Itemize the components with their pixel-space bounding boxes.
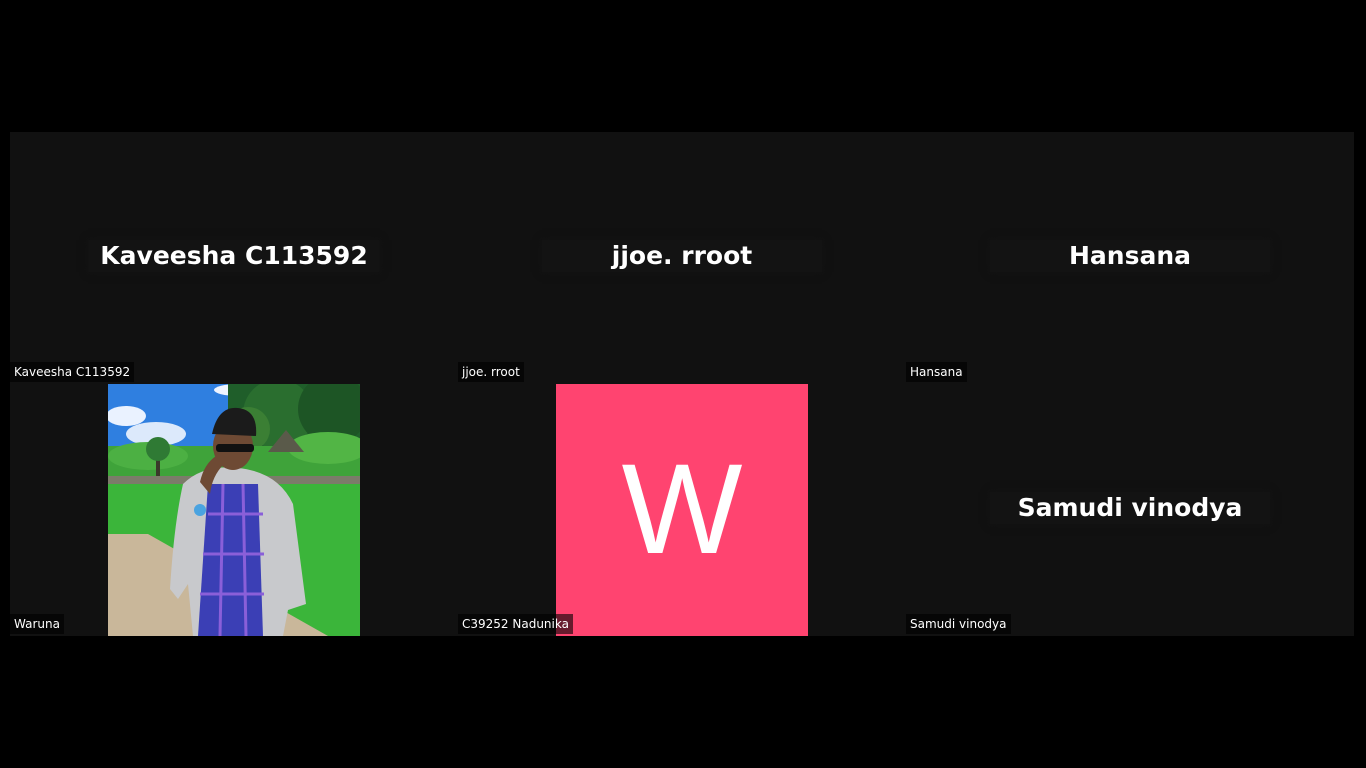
participant-display-name: jjoe. rroot [542, 240, 822, 272]
video-gallery: Kaveesha C113592 Kaveesha C113592 jjoe. … [10, 132, 1354, 636]
participant-tile[interactable]: Hansana Hansana [906, 132, 1354, 384]
participant-tile[interactable]: Kaveesha C113592 Kaveesha C113592 [10, 132, 458, 384]
avatar: W [556, 384, 808, 636]
avatar-letter: W [621, 438, 743, 581]
participant-tile[interactable]: Samudi vinodya Samudi vinodya [906, 384, 1354, 636]
participant-name-tag: Kaveesha C113592 [10, 362, 135, 382]
participant-name-tag: Hansana [906, 362, 967, 382]
participant-name-tag: C39252 Nadunika [458, 614, 573, 634]
participant-name-tag: Samudi vinodya [906, 614, 1011, 634]
profile-photo [108, 384, 360, 636]
participant-name-tag: Waruna [10, 614, 64, 634]
participant-tile[interactable]: W C39252 Nadunika [458, 384, 906, 636]
participant-display-name: Kaveesha C113592 [88, 240, 380, 272]
participant-tile[interactable]: jjoe. rroot jjoe. rroot [458, 132, 906, 384]
participant-display-name: Hansana [990, 240, 1270, 272]
participant-tile[interactable]: Waruna [10, 384, 458, 636]
participant-name-tag: jjoe. rroot [458, 362, 524, 382]
participant-display-name: Samudi vinodya [990, 492, 1270, 524]
